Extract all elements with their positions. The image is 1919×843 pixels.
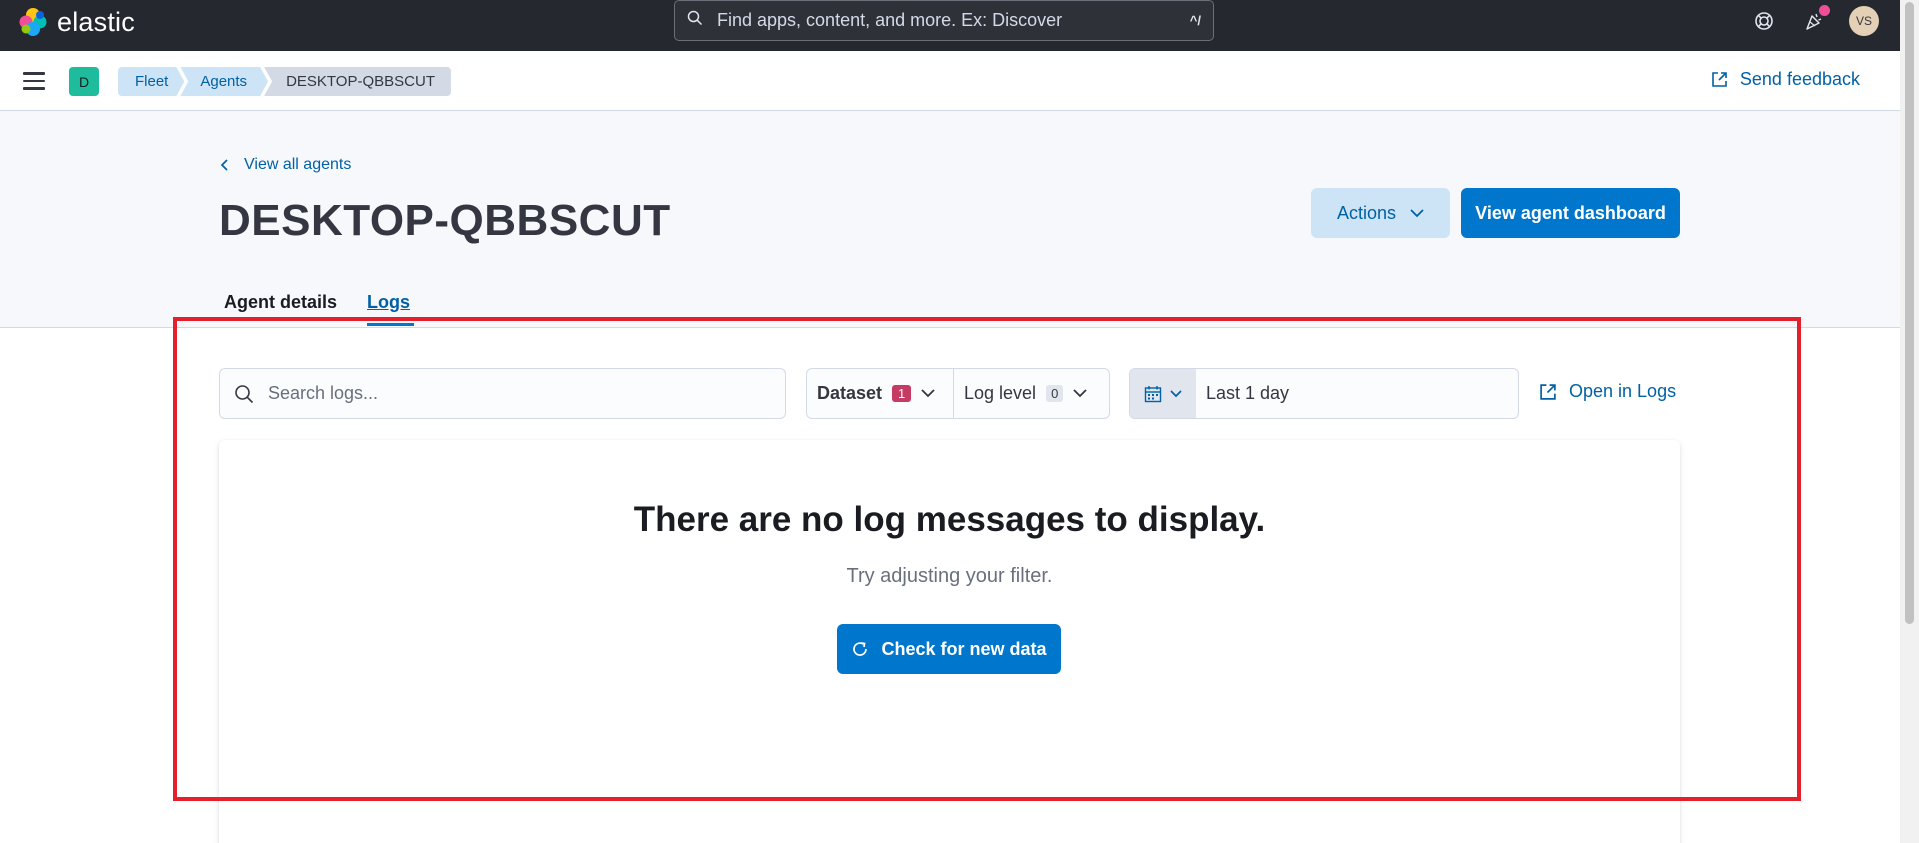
chevron-down-icon [921, 389, 935, 398]
tab-logs[interactable]: Logs [367, 292, 410, 313]
breadcrumb-bar: D Fleet Agents DESKTOP-QBBSCUT Send feed… [0, 51, 1900, 111]
empty-state-title: There are no log messages to display. [633, 500, 1266, 539]
page-header: View all agents DESKTOP-QBBSCUT Actions … [0, 112, 1900, 328]
elastic-logo-icon [18, 7, 48, 37]
quick-select-button[interactable] [1130, 369, 1196, 418]
actions-label: Actions [1336, 202, 1397, 223]
breadcrumb-current-agent: DESKTOP-QBBSCUT [264, 67, 451, 96]
hamburger-menu-icon[interactable] [20, 67, 48, 95]
log-level-label: Log level [964, 383, 1037, 403]
refresh-icon [853, 642, 868, 656]
help-lifebuoy-icon [1755, 12, 1773, 30]
send-feedback-label: Send feedback [1739, 69, 1860, 89]
dataset-label: Dataset [817, 383, 883, 403]
breadcrumb-fleet[interactable]: Fleet [118, 67, 184, 96]
view-all-agents-label: View all agents [244, 156, 352, 173]
logo-text: elastic [57, 6, 135, 37]
view-agent-dashboard-button[interactable]: View agent dashboard [1461, 188, 1680, 238]
page-scrollbar[interactable] [1900, 0, 1919, 843]
date-range-display[interactable]: Last 1 day [1196, 369, 1289, 418]
space-avatar[interactable]: D [69, 67, 99, 96]
log-search-field[interactable] [219, 368, 786, 419]
dataset-count-badge: 1 [892, 385, 912, 402]
log-level-count-badge: 0 [1046, 385, 1064, 402]
open-in-logs-link[interactable]: Open in Logs [1539, 381, 1676, 402]
page-title: DESKTOP-QBBSCUT [219, 196, 671, 245]
elastic-logo[interactable]: elastic [18, 6, 135, 38]
log-filter-group: Dataset 1 Log level 0 [806, 368, 1110, 419]
search-icon [235, 384, 254, 403]
tab-agent-details[interactable]: Agent details [224, 292, 337, 313]
actions-button[interactable]: Actions [1311, 188, 1450, 238]
global-header: elastic ^/ VS [0, 0, 1900, 51]
chevron-down-icon [1073, 389, 1087, 398]
empty-state-body: Try adjusting your filter. [846, 565, 1053, 587]
chevron-down-icon [1410, 208, 1424, 217]
external-link-icon [1712, 72, 1727, 87]
view-all-agents-link[interactable]: View all agents [220, 156, 351, 174]
chevron-left-icon [220, 159, 228, 171]
log-search-input[interactable] [268, 383, 748, 404]
dataset-filter-button[interactable]: Dataset 1 [807, 369, 953, 418]
breadcrumb-agents[interactable]: Agents [180, 67, 268, 96]
check-for-new-data-button[interactable]: Check for new data [837, 624, 1061, 674]
global-search-input[interactable] [717, 10, 1157, 31]
send-feedback-link[interactable]: Send feedback [1711, 69, 1860, 90]
search-shortcut-hint: ^/ [1189, 13, 1201, 28]
breadcrumb: Fleet Agents DESKTOP-QBBSCUT [118, 67, 451, 96]
news-feed-button[interactable] [1799, 5, 1830, 36]
open-in-logs-label: Open in Logs [1569, 381, 1677, 401]
calendar-icon [1144, 385, 1162, 402]
scrollbar-thumb[interactable] [1905, 2, 1914, 624]
check-for-new-data-label: Check for new data [881, 638, 1047, 659]
log-level-filter-button[interactable]: Log level 0 [953, 369, 1109, 418]
help-button[interactable] [1749, 6, 1779, 36]
user-avatar[interactable]: VS [1849, 6, 1879, 36]
chevron-down-icon [1170, 389, 1182, 397]
global-search-field[interactable]: ^/ [674, 0, 1214, 41]
notification-dot [1819, 5, 1830, 16]
search-icon [687, 10, 703, 31]
date-picker: Last 1 day [1129, 368, 1519, 419]
external-link-icon [1540, 383, 1556, 400]
log-stream-panel: There are no log messages to display. Tr… [219, 440, 1680, 843]
active-tab-indicator [367, 323, 414, 326]
